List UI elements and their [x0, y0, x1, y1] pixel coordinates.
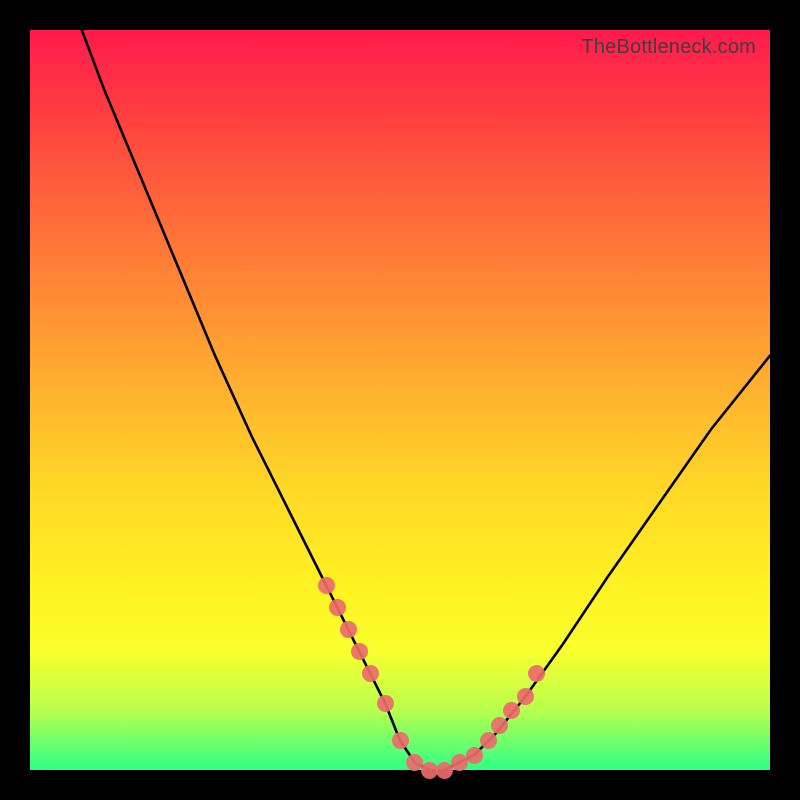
curve-path: [82, 30, 770, 770]
chart-frame: TheBottleneck.com: [0, 0, 800, 800]
plot-area: TheBottleneck.com: [30, 30, 770, 770]
bottleneck-curve: [30, 30, 770, 770]
watermark-label: TheBottleneck.com: [581, 36, 756, 59]
